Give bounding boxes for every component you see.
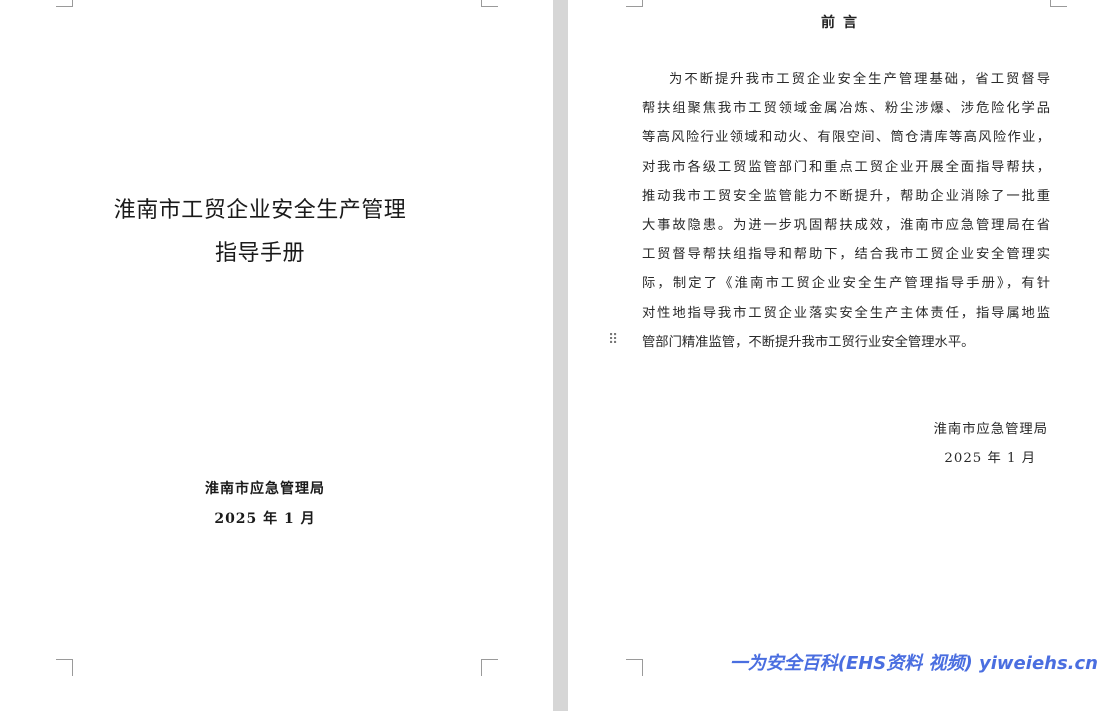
preface-line: 帮扶组聚焦我市工贸领域金属冶炼、粉尘涉爆、涉危险化学品 <box>642 101 1050 117</box>
cover-title-line-1: 淮南市工贸企业安全生产管理 <box>113 198 407 223</box>
preface-line: 等高风险行业领域和动火、有限空间、筒仓清库等高风险作业， <box>642 130 1050 146</box>
corner-mark-bottom-left <box>626 659 643 676</box>
preface-line: 际，制定了《淮南市工贸企业安全生产管理指导手册》，有针 <box>642 276 1050 292</box>
preface-body: 为不断提升我市工贸企业安全生产管理基础，省工贸督导 帮扶组聚焦我市工贸领域金属冶… <box>642 65 1050 357</box>
preface-title: 前言 <box>821 15 865 31</box>
preface-line: 大事故隐患。为进一步巩固帮扶成效，淮南市应急管理局在省 <box>642 217 1050 233</box>
preface-line: 推动我市工贸安全监管能力不断提升，帮助企业消除了一批重 <box>642 188 1050 204</box>
cover-date: 2025 年 1 月 <box>214 511 316 527</box>
cover-title-line-2: 指导手册 <box>214 241 305 266</box>
site-watermark: 一为安全百科(EHS资料 视频) yiweiehs.cn <box>729 653 1098 674</box>
corner-mark-top-right <box>1050 0 1067 7</box>
preface-signature-organization: 淮南市应急管理局 <box>933 422 1048 437</box>
corner-mark-bottom-right <box>481 659 498 676</box>
preface-line: 对性地指导我市工贸企业落实安全生产主体责任，指导属地监 <box>642 305 1050 321</box>
preface-line: 对我市各级工贸监管部门和重点工贸企业开展全面指导帮扶， <box>642 159 1050 175</box>
corner-mark-top-left <box>56 0 73 7</box>
cover-organization: 淮南市应急管理局 <box>205 481 325 497</box>
cover-page: 淮南市工贸企业安全生产管理 指导手册 淮南市应急管理局 2025 年 1 月 <box>0 0 553 711</box>
drag-handle-icon[interactable]: ⠿ <box>608 333 618 347</box>
preface-signature-date: 2025 年 1 月 <box>944 451 1036 466</box>
corner-mark-top-left <box>626 0 643 7</box>
preface-line: 管部门精准监管，不断提升我市工贸行业安全管理水平。 <box>642 334 975 350</box>
preface-page: 前言 为不断提升我市工贸企业安全生产管理基础，省工贸督导 帮扶组聚焦我市工贸领域… <box>568 0 1118 711</box>
corner-mark-bottom-left <box>56 659 73 676</box>
preface-line: 工贸督导帮扶组指导和帮助下，结合我市工贸企业安全管理实 <box>642 247 1050 263</box>
corner-mark-top-right <box>481 0 498 7</box>
preface-line: 为不断提升我市工贸企业安全生产管理基础，省工贸督导 <box>669 72 1050 87</box>
